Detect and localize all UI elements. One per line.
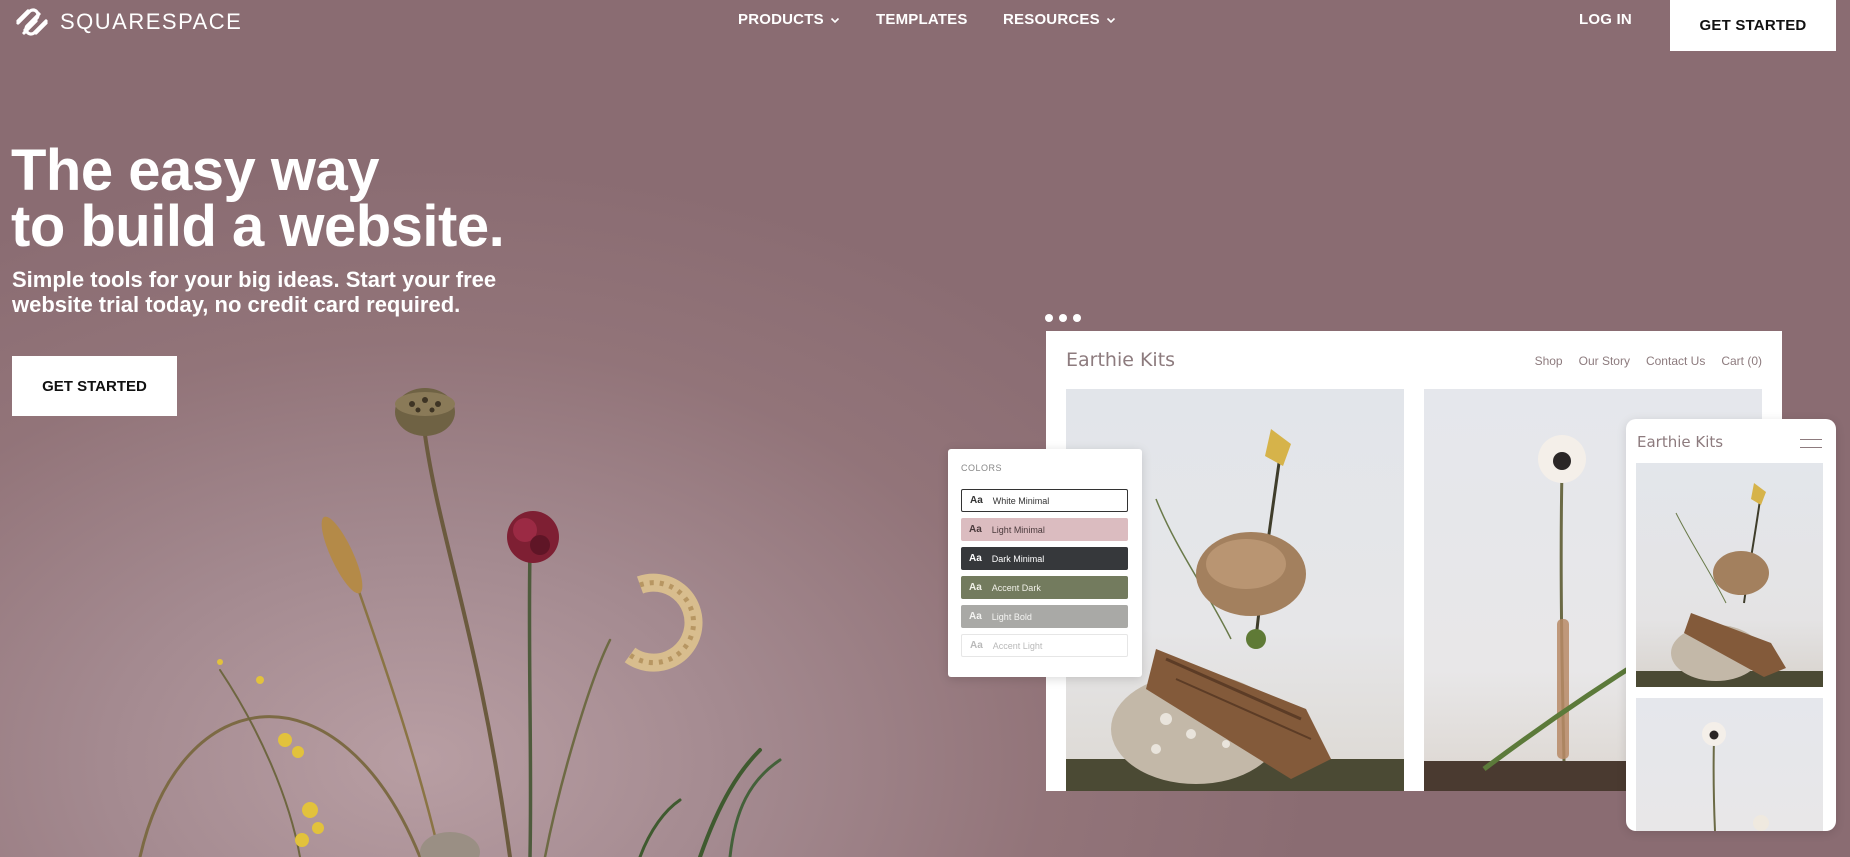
chevron-down-icon xyxy=(830,17,839,23)
mobile-preview-image-driftwood xyxy=(1636,463,1823,687)
nav-templates-label: TEMPLATES xyxy=(876,11,968,28)
swatch-glyph: Aa xyxy=(969,611,982,622)
nav-templates[interactable]: TEMPLATES xyxy=(876,11,968,28)
nav-get-started-button[interactable]: GET STARTED xyxy=(1670,0,1836,51)
squarespace-logo[interactable]: SQUARESPACE xyxy=(12,5,242,39)
window-dots xyxy=(1045,314,1081,322)
preview-nav-shop: Shop xyxy=(1534,354,1563,368)
swatch-dark-minimal[interactable]: Aa Dark Minimal xyxy=(961,547,1128,570)
preview-nav-contact: Contact Us xyxy=(1645,354,1706,368)
swatch-label: Accent Light xyxy=(992,640,1043,651)
swatch-light-minimal[interactable]: Aa Light Minimal xyxy=(961,518,1128,541)
preview-site-nav: Shop Our Story Contact Us Cart (0) xyxy=(1535,354,1762,368)
colors-panel-title: COLORS xyxy=(961,463,1003,473)
swatch-glyph: Aa xyxy=(970,495,983,506)
swatch-glyph: Aa xyxy=(969,553,982,564)
swatch-white-minimal[interactable]: Aa White Minimal xyxy=(961,489,1128,512)
hero-title-line2: to build a website. xyxy=(11,194,505,259)
chevron-down-icon xyxy=(1106,17,1115,23)
swatch-glyph: Aa xyxy=(969,524,982,535)
swatch-glyph: Aa xyxy=(970,640,983,651)
swatch-label: Accent Dark xyxy=(991,582,1041,593)
hero-subtitle-line2: website trial today, no credit card requ… xyxy=(12,292,461,317)
swatch-label: Light Minimal xyxy=(991,524,1045,535)
nav-products-label: PRODUCTS xyxy=(738,11,824,28)
colors-panel: COLORS Aa White Minimal Aa Light Minimal A… xyxy=(948,449,1142,677)
hamburger-menu-icon xyxy=(1800,439,1822,448)
logo-wordmark: SQUARESPACE xyxy=(60,9,243,34)
swatch-label: Light Bold xyxy=(991,611,1032,622)
swatch-label: Dark Minimal xyxy=(991,553,1045,564)
swatch-light-bold[interactable]: Aa Light Bold xyxy=(961,605,1128,628)
preview-nav-our-story: Our Story xyxy=(1578,354,1630,368)
nav-resources[interactable]: RESOURCES xyxy=(1003,11,1116,28)
hero-title: The easy way to build a website. xyxy=(11,138,505,259)
login-link[interactable]: LOG IN xyxy=(1579,11,1632,28)
swatch-accent-dark[interactable]: Aa Accent Dark xyxy=(961,576,1128,599)
swatch-glyph: Aa xyxy=(969,582,982,593)
nav-resources-label: RESOURCES xyxy=(1003,11,1100,28)
preview-site-brand: Earthie Kits xyxy=(1066,349,1176,371)
mobile-site-preview: Earthie Kits xyxy=(1626,419,1836,831)
mobile-preview-image-anemone xyxy=(1636,698,1823,831)
dried-flowers-illustration xyxy=(138,388,782,857)
nav-products[interactable]: PRODUCTS xyxy=(738,11,840,28)
swatch-label: White Minimal xyxy=(992,495,1050,506)
swatch-accent-light[interactable]: Aa Accent Light xyxy=(961,634,1128,657)
squarespace-logo-icon xyxy=(16,8,48,36)
hero-title-line1: The easy way xyxy=(11,138,380,203)
hero-subtitle: Simple tools for your big ideas. Start y… xyxy=(12,267,512,317)
mobile-preview-brand: Earthie Kits xyxy=(1637,433,1724,451)
top-navigation: SQUARESPACE PRODUCTS TEMPLATES RESOURCES… xyxy=(0,0,1850,51)
hero-subtitle-line1: Simple tools for your big ideas. Start y… xyxy=(12,267,497,292)
preview-nav-cart: Cart (0) xyxy=(1721,354,1762,368)
